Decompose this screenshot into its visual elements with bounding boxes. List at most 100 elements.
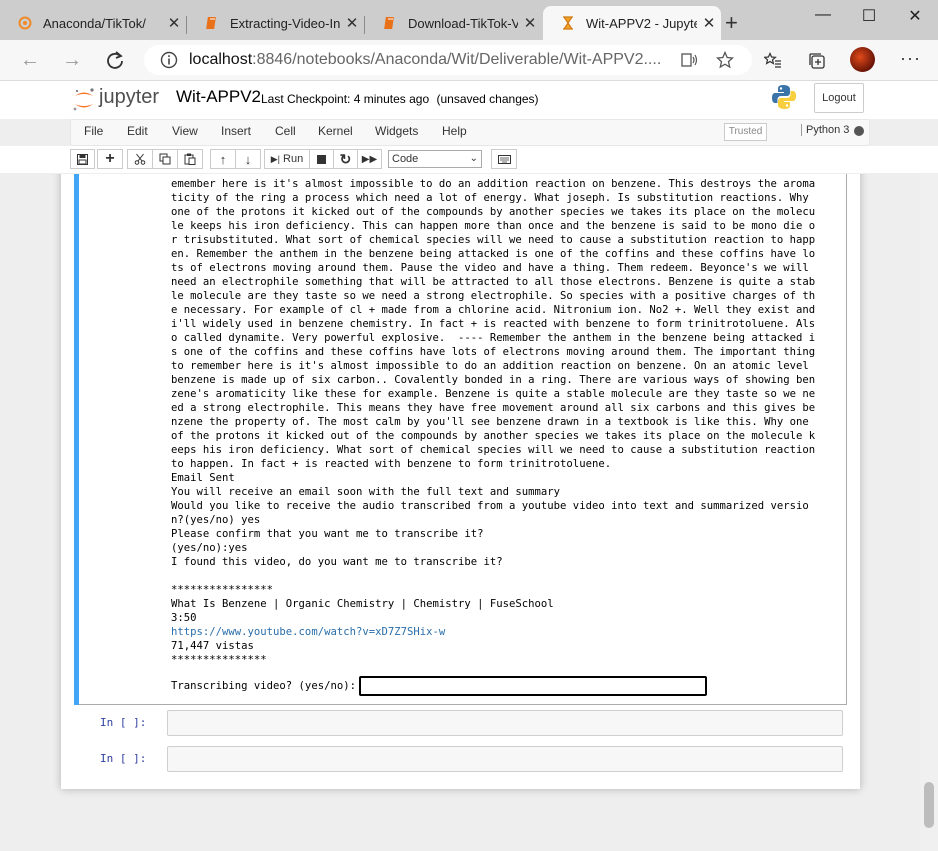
read-aloud-icon[interactable] <box>680 51 698 69</box>
command-palette-button[interactable] <box>491 149 517 169</box>
toolbar-group-run: ▶| Run ↻ ▶▶ <box>264 149 382 169</box>
copy-button[interactable] <box>152 149 178 169</box>
output-line: o called dynamite. Very powerful explosi… <box>171 332 816 344</box>
cell-type-select[interactable]: Code ⌄ <box>388 150 482 168</box>
cut-button[interactable] <box>127 149 153 169</box>
output-line: le keeps his iron deficiency. This can h… <box>171 220 816 232</box>
copy-icon <box>159 153 171 165</box>
autosave-status: (unsaved changes) <box>436 92 539 106</box>
keyboard-icon <box>497 154 511 164</box>
notebook-site: emember here is it's almost impossible t… <box>0 174 920 851</box>
close-window-button[interactable]: ✕ <box>892 6 938 26</box>
logout-button[interactable]: Logout <box>814 83 864 113</box>
output-line: need an electrophile something that will… <box>171 276 816 288</box>
address-bar[interactable]: localhost:8846/notebooks/Anaconda/Wit/De… <box>144 45 752 75</box>
output-line: ticity of the ring a process which need … <box>171 192 809 204</box>
stdin-input[interactable] <box>358 676 707 696</box>
back-arrow-icon[interactable]: ← <box>18 48 42 72</box>
kernel-busy-indicator <box>854 126 864 136</box>
menu-view[interactable]: View <box>172 124 198 138</box>
browser-tab-title: Download-TikTok-Vic <box>408 15 518 31</box>
video-url-link[interactable]: https://www.youtube.com/watch?v=xD7Z7SHi… <box>171 625 836 639</box>
browser-tab-title: Anaconda/TikTok/ <box>43 15 146 31</box>
checkpoint-time: 4 minutes ago <box>353 92 430 106</box>
output-line: n?(yes/no) yes <box>171 514 261 526</box>
output-line: s one of the coffins and these coffins h… <box>171 346 816 358</box>
menu-cell[interactable]: Cell <box>275 124 296 138</box>
run-button[interactable]: ▶| Run <box>264 149 310 169</box>
output-line: e necessary. For example of cl + made fr… <box>171 304 816 316</box>
python-logo-icon <box>772 85 796 109</box>
browser-tab-1[interactable]: Anaconda/TikTok/ ✕ <box>0 6 186 40</box>
move-down-button[interactable]: ↓ <box>235 149 261 169</box>
maximize-button[interactable]: ☐ <box>846 6 892 26</box>
menu-help[interactable]: Help <box>442 124 467 138</box>
restart-button[interactable]: ↻ <box>333 149 358 169</box>
notebook-menubar: File Edit View Insert Cell Kernel Widget… <box>70 119 870 146</box>
output-line: nzene the property of. The most calm by … <box>171 416 809 428</box>
info-icon[interactable] <box>160 51 178 69</box>
url-path: :8846/notebooks/Anaconda/Wit/Deliverable… <box>252 51 662 68</box>
arrow-down-icon: ↓ <box>244 151 252 167</box>
output-line: zene's aromaticity like these for exampl… <box>171 388 816 400</box>
new-tab-button[interactable]: + <box>725 12 738 34</box>
output-line: What Is Benzene | Organic Chemistry | Ch… <box>171 598 554 610</box>
restart-run-all-button[interactable]: ▶▶ <box>357 149 382 169</box>
output-line: Would you like to receive the audio tran… <box>171 500 809 512</box>
scrollbar-thumb[interactable] <box>924 782 934 828</box>
cell-input-prompt: In [ ]: <box>100 716 147 729</box>
hourglass-icon <box>562 16 574 30</box>
interrupt-button[interactable] <box>309 149 334 169</box>
favorite-star-icon[interactable] <box>716 51 734 69</box>
refresh-icon[interactable] <box>105 50 125 70</box>
code-cell-editor[interactable] <box>167 746 843 772</box>
browser-tab-3[interactable]: Download-TikTok-Vic ✕ <box>365 6 542 40</box>
collections-icon[interactable] <box>808 52 826 70</box>
close-icon[interactable]: ✕ <box>340 14 364 32</box>
stdin-prompt-line: Transcribing video? (yes/no): <box>171 676 707 696</box>
insert-cell-button[interactable]: + <box>97 149 123 169</box>
menu-edit[interactable]: Edit <box>127 124 148 138</box>
more-options-icon[interactable]: ··· <box>900 48 921 69</box>
favorites-list-icon[interactable] <box>764 52 782 70</box>
kernel-name: Python 3 <box>801 124 849 136</box>
menu-widgets[interactable]: Widgets <box>375 124 418 138</box>
forward-arrow-icon[interactable]: → <box>60 48 84 72</box>
page-scrollbar[interactable] <box>920 174 938 851</box>
toolbar-group-palette <box>491 149 517 169</box>
browser-tab-strip: Anaconda/TikTok/ ✕ Extracting-Video-Inst… <box>0 0 938 40</box>
minimize-button[interactable]: — <box>800 6 846 26</box>
stdin-prompt-label: Transcribing video? (yes/no): <box>171 680 356 692</box>
move-up-button[interactable]: ↑ <box>210 149 236 169</box>
restart-icon: ↻ <box>339 150 352 167</box>
close-icon[interactable]: ✕ <box>518 14 542 32</box>
paste-button[interactable] <box>177 149 203 169</box>
output-line: r trisubstituted. What sort of chemical … <box>171 234 816 246</box>
trusted-badge[interactable]: Trusted <box>724 123 767 141</box>
url-text: localhost:8846/notebooks/Anaconda/Wit/De… <box>189 51 661 69</box>
output-line: i'll widely used in benzene chemistry. I… <box>171 318 816 330</box>
jupyter-header: jupyter Wit-APPV2 Last Checkpoint: 4 min… <box>0 81 938 119</box>
output-line: (yes/no):yes <box>171 542 248 554</box>
menu-file[interactable]: File <box>84 124 103 138</box>
browser-tab-title: Wit-APPV2 - Jupyter <box>586 15 697 31</box>
toolbar-group-save <box>70 149 95 169</box>
menu-kernel[interactable]: Kernel <box>318 124 353 138</box>
cell-input-prompt: In [ ]: <box>100 752 147 765</box>
code-cell-editor[interactable] <box>167 710 843 736</box>
save-button[interactable] <box>70 149 95 169</box>
output-line: 71,447 vistas <box>171 640 254 652</box>
output-line: one of the protons it kicked out of the … <box>171 206 816 218</box>
profile-avatar[interactable] <box>850 47 875 72</box>
output-line: le molecule are they taste so we need a … <box>171 290 816 302</box>
menu-insert[interactable]: Insert <box>221 124 251 138</box>
checkpoint-label: Last Checkpoint: <box>261 92 351 106</box>
browser-tab-active[interactable]: Wit-APPV2 - Jupyter ✕ <box>543 6 721 40</box>
jupyter-logo[interactable]: jupyter <box>72 84 164 116</box>
output-line: 3:50 <box>171 612 197 624</box>
browser-tab-2[interactable]: Extracting-Video-Inst ✕ <box>187 6 364 40</box>
close-icon[interactable]: ✕ <box>162 14 186 32</box>
close-icon[interactable]: ✕ <box>697 14 721 32</box>
notebook-name[interactable]: Wit-APPV2 <box>176 87 261 107</box>
